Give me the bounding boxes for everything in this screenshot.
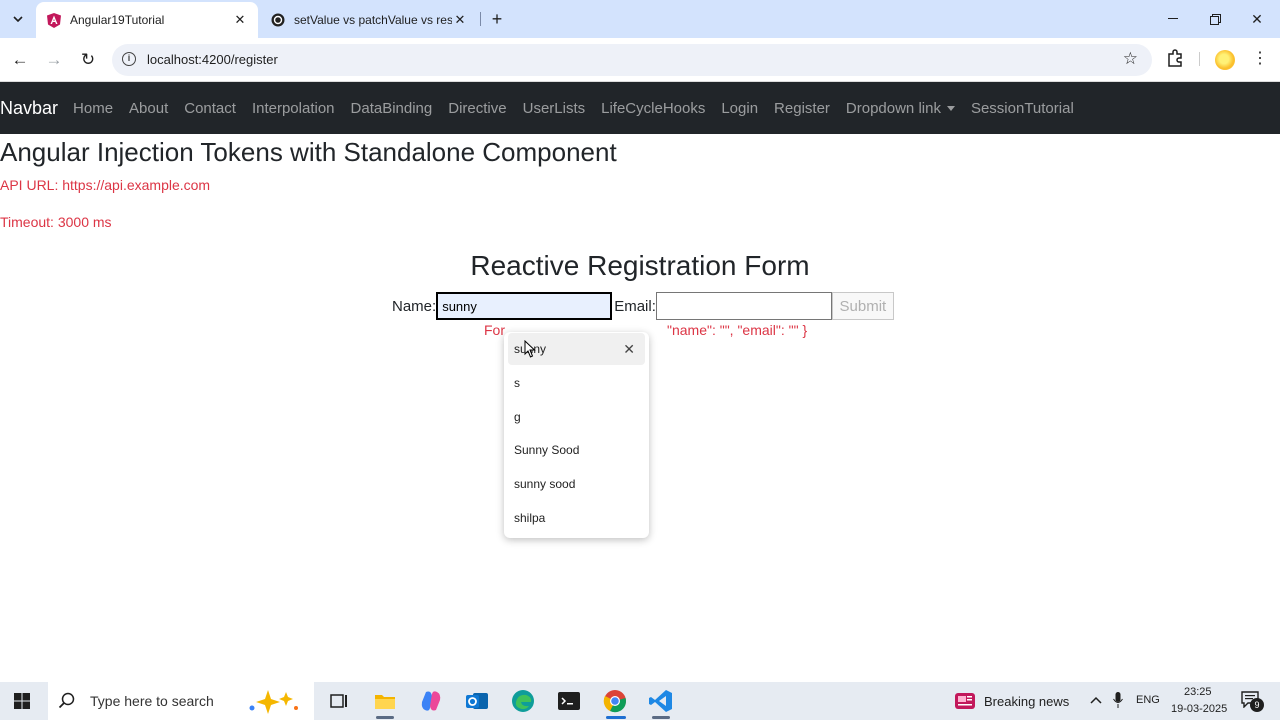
browser-toolbar: ← → ↻ i localhost:4200/register ☆	[0, 38, 1280, 82]
bookmark-star-icon[interactable]: ☆	[1123, 49, 1138, 69]
tab-search-icon[interactable]	[6, 8, 30, 30]
tab-title: Angular19Tutorial	[70, 13, 165, 27]
windows-start-icon[interactable]	[14, 693, 30, 709]
email-label: Email:	[614, 297, 656, 315]
minimize-icon[interactable]	[1150, 0, 1196, 38]
profile-avatar[interactable]	[1215, 50, 1235, 70]
autofill-item[interactable]: s	[504, 367, 649, 399]
tab-divider	[480, 12, 481, 26]
edge-icon[interactable]	[510, 688, 536, 714]
close-tab-icon[interactable]: ✕	[452, 12, 468, 28]
microphone-icon[interactable]	[1113, 692, 1123, 708]
tab-setvalue[interactable]: setValue vs patchValue vs reset ✕	[260, 2, 478, 38]
dropdown-label: Dropdown link	[845, 99, 941, 117]
nav-about[interactable]: About	[129, 100, 168, 117]
nav-login[interactable]: Login	[721, 100, 758, 117]
app-navbar: Navbar Home About Contact Interpolation …	[0, 82, 1280, 134]
nav-dropdown[interactable]: Dropdown link	[846, 100, 955, 117]
terminal-icon[interactable]	[556, 688, 582, 714]
news-icon	[955, 693, 975, 709]
nav-sessiontutorial[interactable]: SessionTutorial	[971, 100, 1074, 117]
timeout-text: Timeout: 3000 ms	[0, 214, 112, 230]
nav-home[interactable]: Home	[73, 100, 113, 117]
outlook-icon[interactable]	[464, 688, 490, 714]
status-prefix: For	[484, 322, 505, 338]
new-tab-icon[interactable]: +	[486, 8, 508, 30]
caret-down-icon	[946, 106, 955, 112]
mouse-cursor-icon	[524, 340, 536, 358]
close-window-icon[interactable]: ✕	[1234, 0, 1280, 38]
extensions-icon[interactable]	[1165, 48, 1185, 68]
site-info-icon[interactable]: i	[122, 52, 136, 66]
news-text: Breaking news	[984, 693, 1070, 709]
chrome-icon[interactable]	[602, 688, 628, 714]
autofill-item[interactable]: shilpa	[504, 502, 649, 534]
close-tab-icon[interactable]: ✕	[232, 12, 248, 28]
chevron-up-icon[interactable]	[1090, 695, 1102, 705]
active-app-indicator	[652, 716, 670, 719]
autofill-item[interactable]: sunny sood	[504, 468, 649, 500]
active-app-indicator	[606, 716, 626, 719]
vscode-icon[interactable]	[648, 688, 674, 714]
submit-button[interactable]: Submit	[831, 292, 894, 320]
task-view-icon[interactable]	[326, 688, 352, 714]
tab-angular19tutorial[interactable]: Angular19Tutorial ✕	[36, 2, 258, 38]
reload-icon[interactable]: ↻	[76, 48, 100, 72]
name-label: Name:	[392, 297, 437, 315]
copilot-sparkle-icon	[249, 690, 298, 714]
browser-menu-icon[interactable]: ⋮	[1250, 48, 1270, 70]
url-text: localhost:4200/register	[147, 52, 278, 67]
taskbar-search[interactable]: Type here to search	[48, 682, 314, 720]
news-widget[interactable]: Breaking news	[954, 690, 1069, 712]
openai-icon	[270, 12, 286, 28]
form-title: Reactive Registration Form	[470, 250, 810, 281]
nav-lifecyclehooks[interactable]: LifeCycleHooks	[601, 100, 705, 117]
clock-date[interactable]: 19-03-2025	[1171, 703, 1227, 715]
nav-register[interactable]: Register	[774, 100, 830, 117]
autofill-dropdown: sunny ✕ s g Sunny Sood sunny sood shilpa	[504, 332, 649, 538]
email-input[interactable]	[655, 292, 832, 320]
search-placeholder: Type here to search	[90, 693, 214, 709]
file-explorer-icon[interactable]	[372, 688, 398, 714]
forward-icon[interactable]: →	[42, 48, 66, 72]
search-icon	[58, 692, 75, 709]
page-title: Angular Injection Tokens with Standalone…	[0, 137, 617, 167]
notification-count-badge: 9	[1250, 698, 1264, 712]
copilot-icon[interactable]	[418, 688, 444, 714]
active-app-indicator	[376, 716, 394, 719]
tab-title: setValue vs patchValue vs reset	[294, 13, 452, 27]
name-input[interactable]: sunny	[436, 292, 613, 320]
autofill-item[interactable]: Sunny Sood	[504, 434, 649, 466]
status-suffix: "name": "", "email": "" }	[667, 322, 808, 338]
restore-icon[interactable]	[1192, 0, 1238, 38]
nav-interpolation[interactable]: Interpolation	[252, 100, 335, 117]
address-bar[interactable]: i localhost:4200/register ☆	[112, 44, 1152, 76]
nav-directive[interactable]: Directive	[448, 100, 506, 117]
clock-time[interactable]: 23:25	[1184, 686, 1212, 698]
navbar-brand[interactable]: Navbar	[0, 98, 58, 119]
nav-userlists[interactable]: UserLists	[523, 100, 586, 117]
close-icon[interactable]: ✕	[623, 341, 635, 358]
language-indicator[interactable]: ENG	[1136, 694, 1160, 706]
tab-strip: Angular19Tutorial ✕ setValue vs patchVal…	[0, 0, 1280, 38]
notifications-icon[interactable]: 9	[1240, 690, 1264, 712]
toolbar-divider	[1199, 52, 1200, 66]
api-url-text: API URL: https://api.example.com	[0, 177, 211, 193]
back-icon[interactable]: ←	[8, 48, 32, 72]
nav-databinding[interactable]: DataBinding	[351, 100, 433, 117]
registration-form: Name: sunny Email: Submit	[392, 292, 894, 320]
autofill-item[interactable]: g	[504, 401, 649, 433]
nav-contact[interactable]: Contact	[184, 100, 236, 117]
angular-icon	[46, 12, 62, 28]
